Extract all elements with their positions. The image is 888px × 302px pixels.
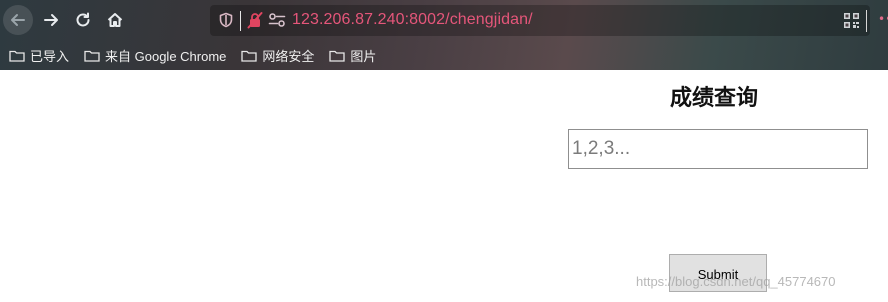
arrow-right-icon — [44, 14, 58, 26]
bookmark-folder-from-chrome[interactable]: 来自 Google Chrome — [75, 45, 232, 65]
address-bar[interactable]: 123.206.87.240:8002/chengjidan/ — [210, 5, 870, 36]
page-title: 成绩查询 — [670, 86, 759, 111]
browser-toolbar: 123.206.87.240:8002/chengjidan/ •• 已导入 来… — [0, 0, 888, 70]
back-button[interactable] — [3, 5, 33, 35]
url-text[interactable]: 123.206.87.240:8002/chengjidan/ — [292, 11, 533, 29]
forward-button[interactable] — [36, 5, 66, 35]
watermark: https://blog.csdn.net/qq_45774670 — [636, 274, 836, 289]
home-button[interactable] — [100, 5, 130, 35]
arrow-left-icon — [11, 14, 25, 26]
address-separator — [240, 11, 241, 31]
bookmarks-bar: 已导入 来自 Google Chrome 网络安全 图片 — [0, 44, 382, 66]
folder-icon — [241, 50, 258, 62]
bookmark-folder-images[interactable]: 图片 — [320, 45, 382, 65]
bookmark-label: 网络安全 — [262, 48, 315, 64]
reload-icon — [76, 12, 90, 27]
bookmark-folder-network-security[interactable]: 网络安全 — [232, 45, 320, 65]
insecure-lock-icon[interactable] — [246, 11, 264, 29]
address-end-separator — [866, 10, 867, 32]
shield-icon[interactable] — [218, 12, 234, 28]
folder-icon — [84, 50, 100, 62]
folder-icon — [9, 50, 25, 62]
query-input[interactable] — [568, 129, 868, 169]
bookmark-folder-imported[interactable]: 已导入 — [0, 45, 75, 65]
qr-code-icon[interactable] — [844, 13, 859, 28]
bookmark-label: 来自 Google Chrome — [105, 48, 227, 64]
bookmark-label: 已导入 — [30, 48, 70, 64]
home-icon — [107, 13, 123, 27]
permissions-icon[interactable] — [268, 12, 286, 28]
reload-button[interactable] — [68, 5, 98, 35]
more-dots-icon[interactable]: •• — [878, 13, 888, 25]
folder-icon — [329, 50, 346, 62]
bookmark-label: 图片 — [350, 48, 377, 64]
